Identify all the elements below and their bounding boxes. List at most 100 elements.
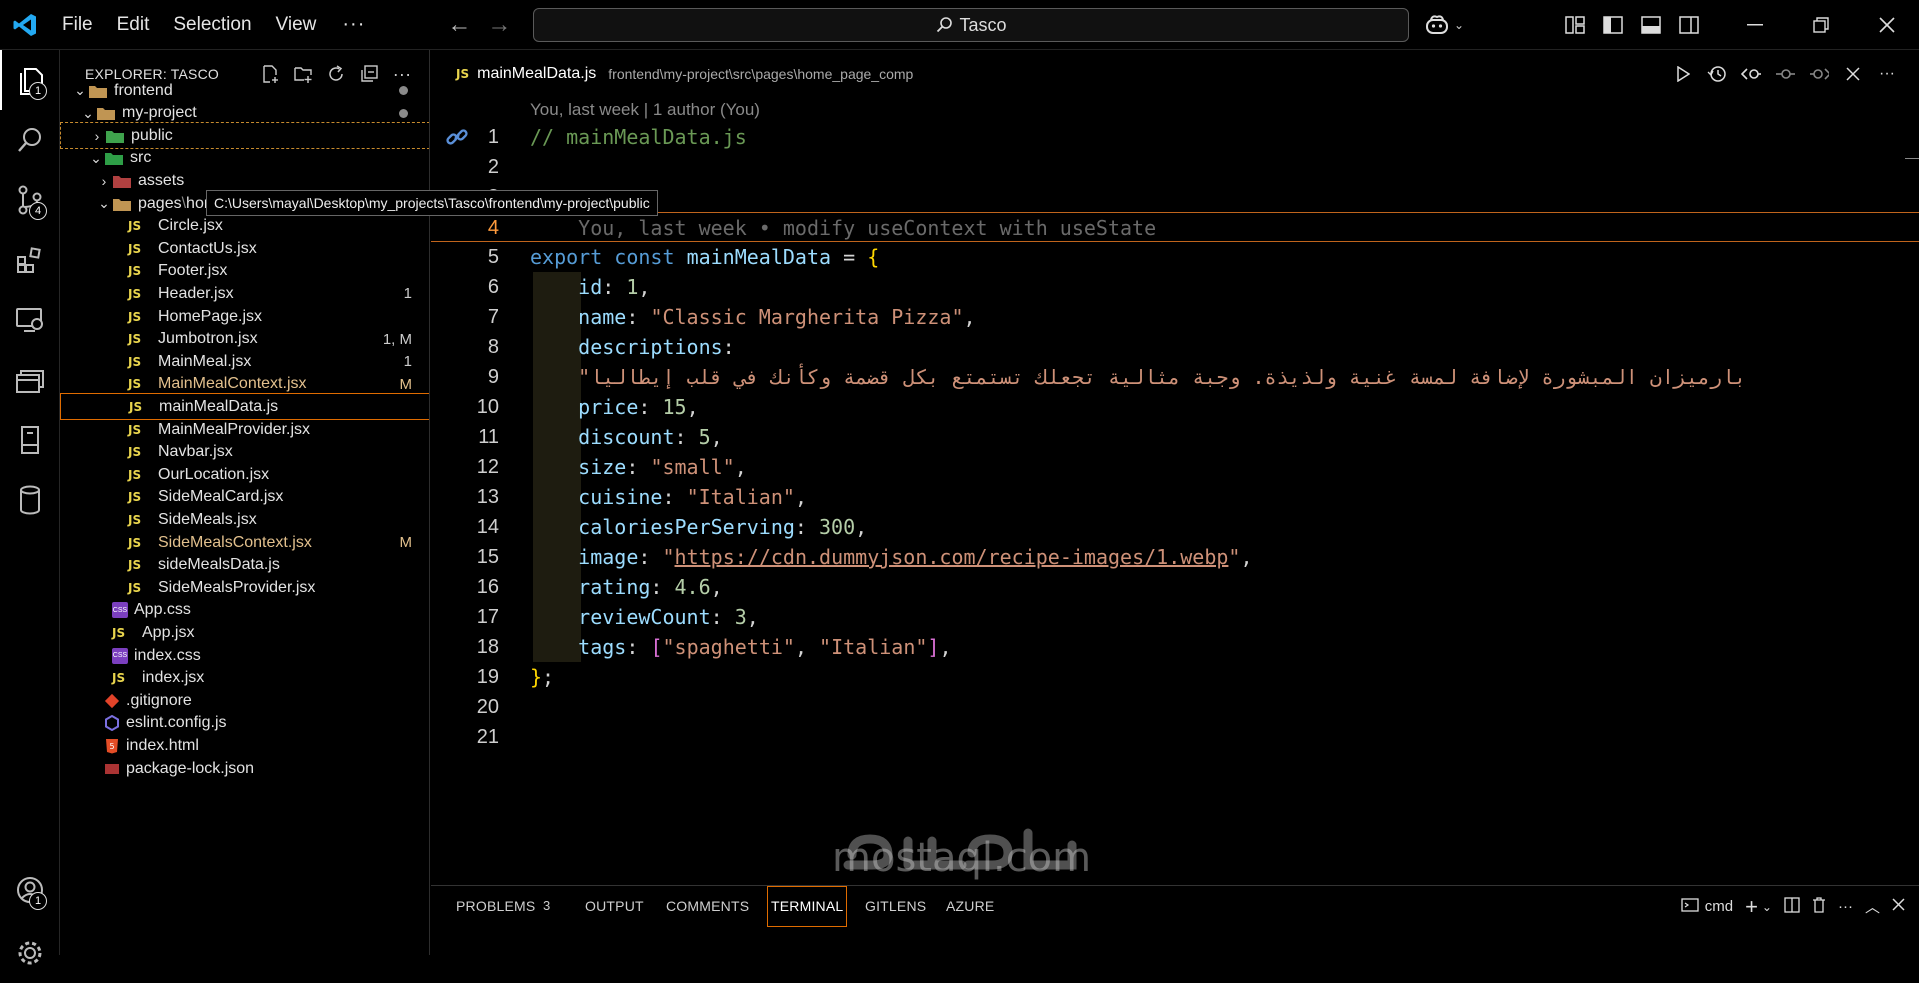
code-line[interactable]: 17 reviewCount: 3, (431, 602, 1919, 632)
js-file-icon: JS (128, 286, 142, 301)
code-line[interactable]: 7 name: "Classic Margherita Pizza", (431, 302, 1919, 332)
code-line[interactable]: 9 "بارميزان المبشورة لإضافة لمسة غنية ول… (431, 362, 1919, 392)
tab-comments[interactable]: COMMENTS (666, 886, 749, 927)
code-line[interactable]: 13 cuisine: "Italian", (431, 482, 1919, 512)
code-text: // mainMealData.js (530, 125, 747, 149)
restore-icon[interactable] (1788, 0, 1854, 50)
problems-count-badge: 3 (543, 898, 551, 913)
back-arrow-icon[interactable]: ← (439, 11, 479, 39)
tree-item-label: SideMealCard.jsx (158, 488, 284, 506)
forward-arrow-icon[interactable]: → (479, 11, 519, 39)
split-terminal-icon[interactable] (1784, 896, 1800, 917)
code-line[interactable]: 10 price: 15, (431, 392, 1919, 422)
tab-terminal[interactable]: TERMINAL (767, 886, 848, 927)
vscode-logo-icon[interactable] (0, 0, 50, 50)
line-number: 14 (476, 516, 499, 538)
tree-item-label: Navbar.jsx (158, 443, 233, 461)
code-line[interactable]: 1 // mainMealData.js (431, 122, 1919, 152)
maximize-panel-chevron-up-icon[interactable]: ︿ (1865, 896, 1880, 917)
title-bar: File Edit Selection View ··· ← → Tasco ⌄ (0, 0, 1919, 50)
folder-icon (112, 173, 132, 189)
command-center-search[interactable]: Tasco (533, 8, 1409, 42)
customize-layout-icon[interactable] (1556, 0, 1594, 50)
code-line[interactable]: 12 size: "small", (431, 452, 1919, 482)
copilot-group[interactable]: ⌄ (1424, 0, 1464, 50)
tab-output[interactable]: OUTPUT (585, 886, 644, 927)
search-icon[interactable] (0, 110, 60, 170)
gitlens-commit-icon[interactable] (1775, 64, 1795, 84)
close-tab-icon[interactable] (1843, 64, 1863, 84)
gitlens-codelens[interactable]: You, last week | 1 author (You) (530, 98, 760, 122)
timeline-history-icon[interactable] (1707, 64, 1727, 84)
tree-item-label: MainMealContext.jsx (158, 375, 307, 393)
extensions-icon[interactable] (0, 230, 60, 290)
line-number: 16 (476, 576, 499, 598)
chevron-down-icon: ⌄ (74, 82, 86, 98)
tree-item-label: Footer.jsx (158, 262, 228, 280)
minimize-icon[interactable] (1722, 0, 1788, 50)
tree-item[interactable]: package-lock.json (60, 755, 429, 782)
terminal-dropdown-chevron-icon[interactable]: ⌄ (1762, 900, 1772, 914)
tree-item-label: MainMeal.jsx (158, 352, 252, 370)
tab-problems[interactable]: PROBLEMS (456, 886, 535, 927)
toggle-primary-sidebar-icon[interactable] (1594, 0, 1632, 50)
code-line[interactable]: 4 You, last week • modify useContext wit… (431, 212, 1919, 242)
line-number: 21 (476, 726, 499, 748)
line-number: 9 (487, 366, 499, 388)
tab-gitlens[interactable]: GITLENS (865, 886, 926, 927)
menu-file[interactable]: File (50, 0, 105, 50)
gitlens-previous-revision-icon[interactable] (1741, 64, 1761, 84)
code-line[interactable]: 8 descriptions: (431, 332, 1919, 362)
code-line[interactable]: 16 rating: 4.6, (431, 572, 1919, 602)
source-control-icon[interactable]: 4 (0, 170, 60, 230)
run-icon[interactable] (1673, 64, 1693, 84)
code-line[interactable]: 6 id: 1, (431, 272, 1919, 302)
tab-azure[interactable]: AZURE (946, 886, 994, 927)
menu-edit[interactable]: Edit (105, 0, 162, 50)
code-line[interactable]: 11 discount: 5, (431, 422, 1919, 452)
code-line[interactable]: 18 tags: ["spaghetti", "Italian"], (431, 632, 1919, 662)
code-text: You, last week • modify useContext with … (530, 216, 1157, 240)
database-icon[interactable] (0, 470, 60, 530)
panel-more-actions-icon[interactable]: ··· (1838, 898, 1853, 915)
testing-icon[interactable] (0, 410, 60, 470)
tree-item-label: index.jsx (142, 669, 205, 687)
new-terminal-icon[interactable]: + (1745, 894, 1758, 920)
chevron-right-icon: › (101, 172, 107, 189)
copilot-chevron-icon[interactable]: ⌄ (1454, 18, 1464, 32)
remote-explorer-icon[interactable] (0, 290, 60, 350)
menu-selection[interactable]: Selection (161, 0, 263, 50)
code-line[interactable]: 5 export const mainMealData = { (431, 242, 1919, 272)
editor-more-actions-icon[interactable]: ··· (1877, 64, 1897, 84)
close-window-icon[interactable] (1854, 0, 1919, 50)
line-number: 12 (476, 456, 499, 478)
code-line[interactable]: 14 caloriesPerServing: 300, (431, 512, 1919, 542)
accounts-icon[interactable]: 1 (0, 860, 60, 920)
manage-gear-icon[interactable] (0, 923, 60, 983)
explorer-icon[interactable]: 1 (0, 50, 60, 110)
line-number: 7 (487, 306, 499, 328)
code-line[interactable]: 19}; (431, 662, 1919, 692)
code-line[interactable]: 15 image: "https://cdn.dummyjson.com/rec… (431, 542, 1919, 572)
code-editor[interactable]: You, last week | 1 author (You) 1 // main… (431, 98, 1919, 885)
js-file-icon: JS (128, 490, 142, 505)
gitlens-next-revision-icon[interactable] (1809, 64, 1829, 84)
more-menu-icon[interactable]: ··· (328, 13, 379, 36)
menu-view[interactable]: View (264, 0, 329, 50)
minimap-slider[interactable] (1905, 158, 1919, 159)
terminal-shell-name[interactable]: cmd (1705, 898, 1733, 915)
code-line[interactable]: 2 (431, 152, 1919, 182)
close-panel-icon[interactable] (1892, 898, 1905, 915)
bottom-panel: PROBLEMS 3 OUTPUT COMMENTS TERMINAL GITL… (431, 885, 1919, 955)
js-file-icon: JS (128, 264, 142, 279)
tab-mainmealdata[interactable]: JS mainMealData.js frontend\my-project\s… (431, 50, 913, 98)
toggle-panel-icon[interactable] (1632, 0, 1670, 50)
toggle-secondary-sidebar-icon[interactable] (1670, 0, 1708, 50)
tabs-manager-icon[interactable] (0, 350, 60, 410)
kill-terminal-trash-icon[interactable] (1812, 896, 1826, 917)
code-line[interactable]: 21 (431, 722, 1919, 752)
folder-icon (96, 105, 116, 121)
code-text: name: "Classic Margherita Pizza", (578, 305, 976, 329)
copilot-icon[interactable] (1424, 14, 1450, 36)
code-line[interactable]: 20 (431, 692, 1919, 722)
